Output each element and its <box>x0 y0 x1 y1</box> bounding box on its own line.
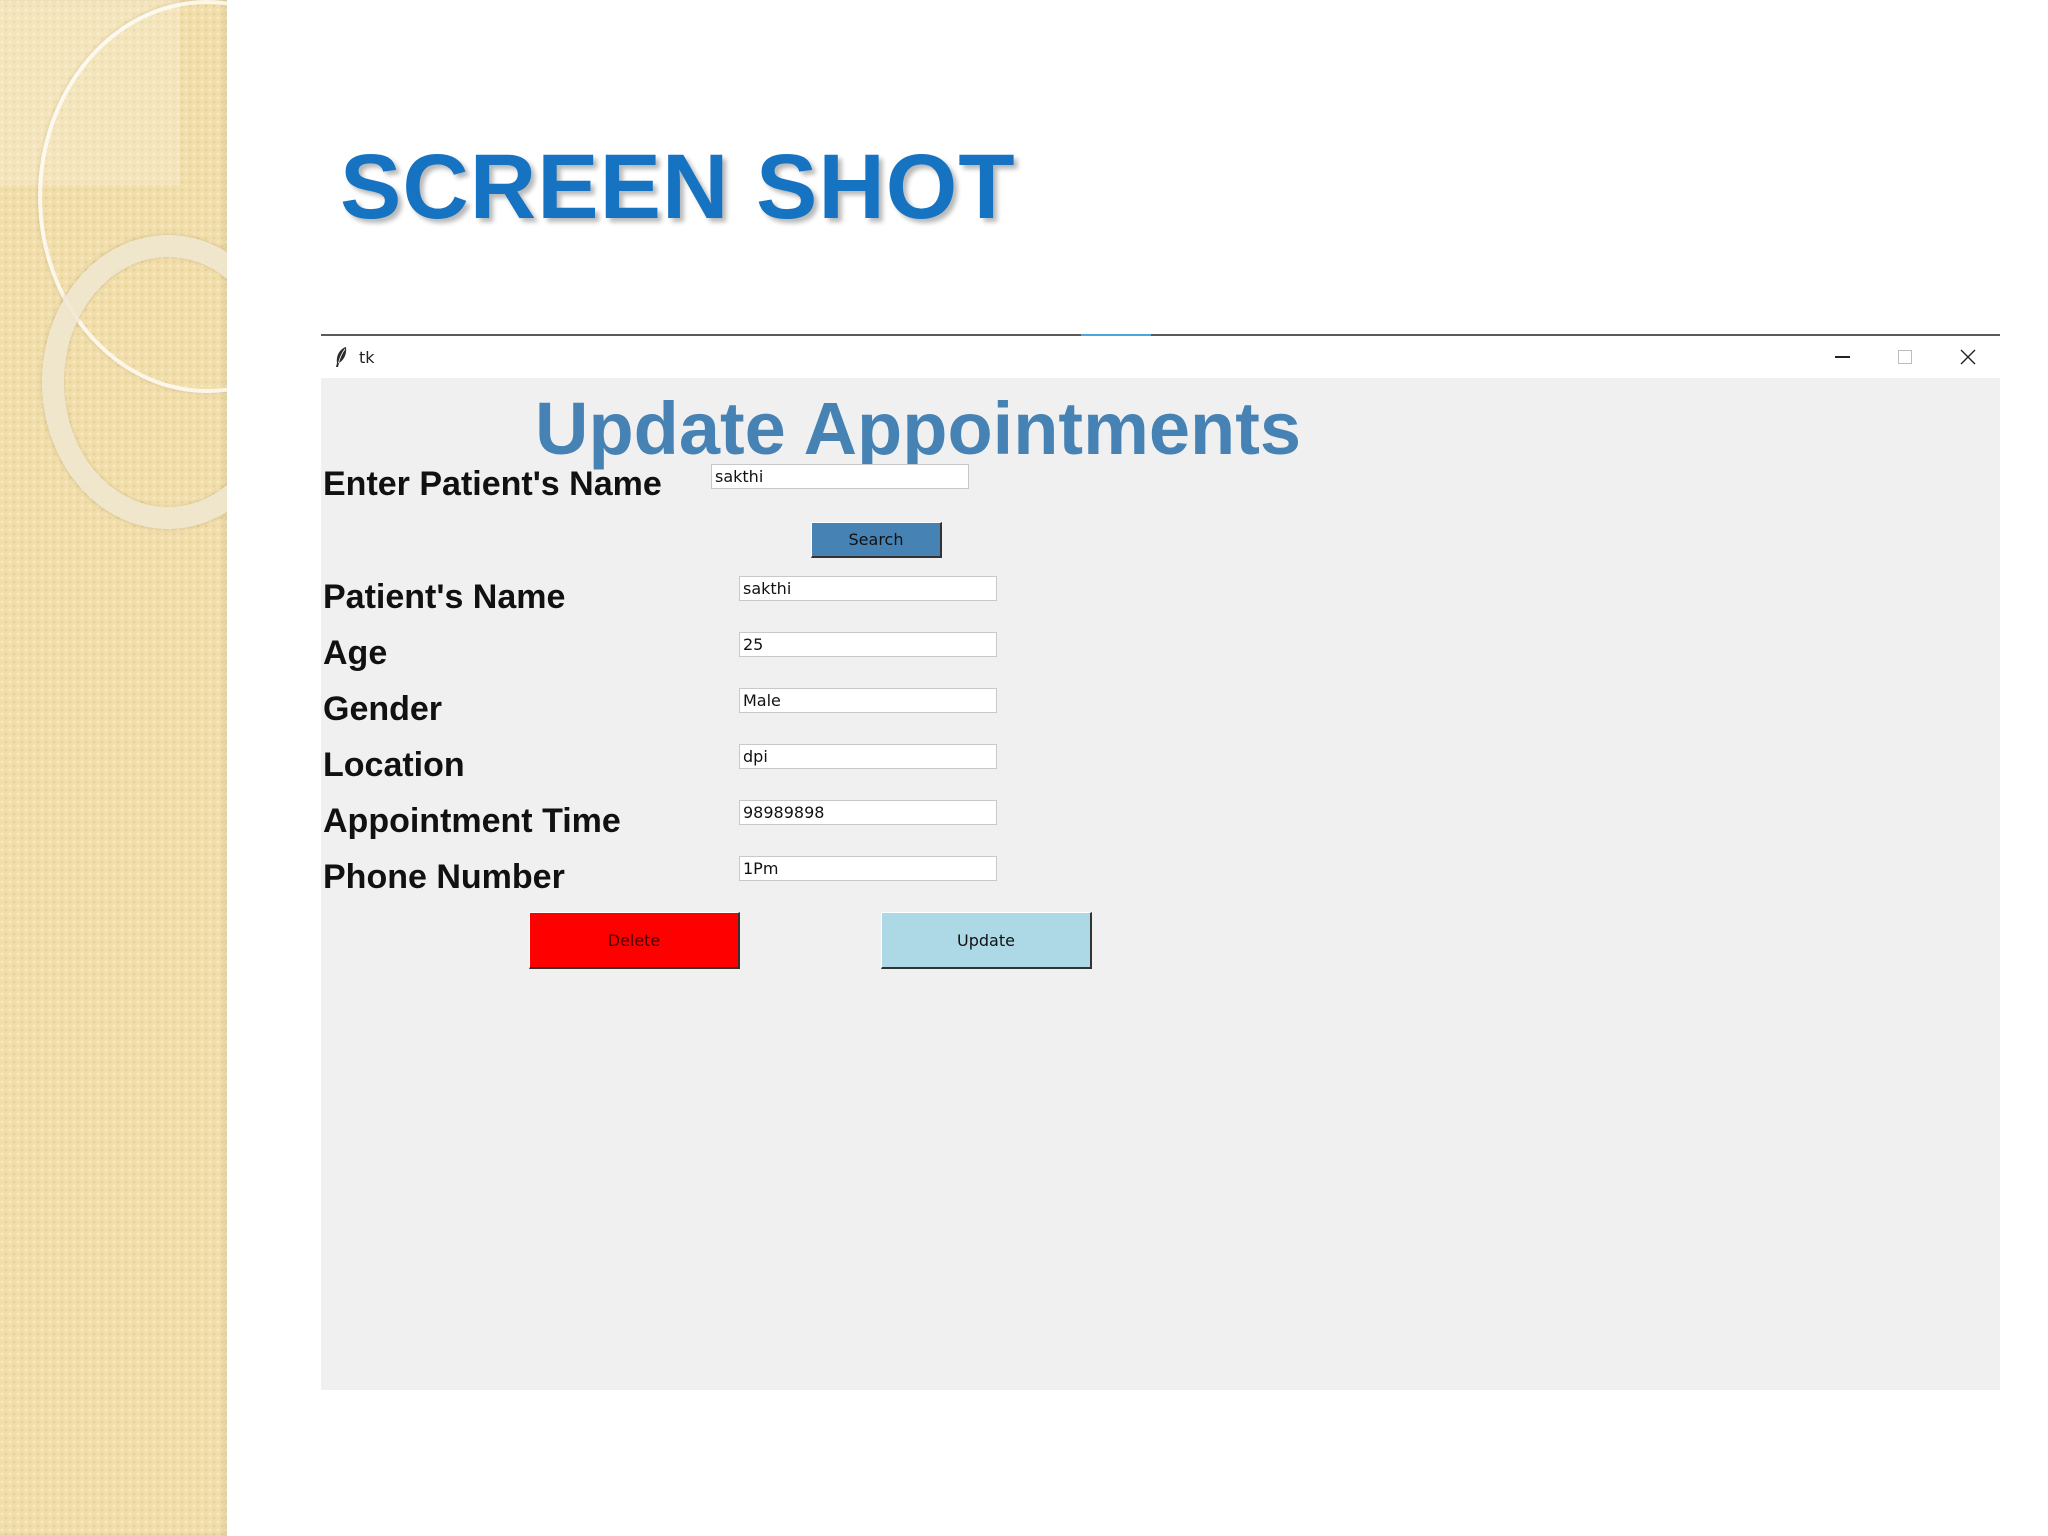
label-appointment-time: Appointment Time <box>323 802 621 840</box>
close-button[interactable] <box>1937 336 1999 378</box>
phone-number-field[interactable] <box>739 856 997 881</box>
label-phone-number: Phone Number <box>323 858 565 896</box>
update-button[interactable]: Update <box>881 912 1092 969</box>
maximize-button[interactable] <box>1874 336 1936 378</box>
label-age: Age <box>323 634 388 672</box>
label-location: Location <box>323 746 465 784</box>
maximize-icon <box>1898 350 1912 364</box>
minimize-icon <box>1834 356 1850 358</box>
label-patient-name: Patient's Name <box>323 578 566 616</box>
gender-field[interactable] <box>739 688 997 713</box>
slide-title: SCREEN SHOT <box>340 136 1016 238</box>
close-icon <box>1960 349 1976 365</box>
age-field[interactable] <box>739 632 997 657</box>
window-titlebar[interactable]: tk <box>321 334 2000 378</box>
form-heading: Update Appointments <box>535 387 1302 470</box>
window-title: tk <box>359 348 375 367</box>
location-field[interactable] <box>739 744 997 769</box>
feather-icon <box>336 347 347 367</box>
label-gender: Gender <box>323 690 443 728</box>
appointment-time-field[interactable] <box>739 800 997 825</box>
window-client-area: Update Appointments Enter Patient's Name… <box>321 378 2000 1390</box>
decorative-side-strip <box>0 0 227 1536</box>
search-input[interactable] <box>711 464 969 489</box>
titlebar-accent <box>1081 334 1151 336</box>
tk-window: tk Update Appointments Enter Patient's N… <box>321 334 2000 1390</box>
patient-name-field[interactable] <box>739 576 997 601</box>
search-label: Enter Patient's Name <box>323 465 662 503</box>
search-button[interactable]: Search <box>811 522 942 558</box>
delete-button[interactable]: Delete <box>529 912 740 969</box>
minimize-button[interactable] <box>1811 336 1873 378</box>
